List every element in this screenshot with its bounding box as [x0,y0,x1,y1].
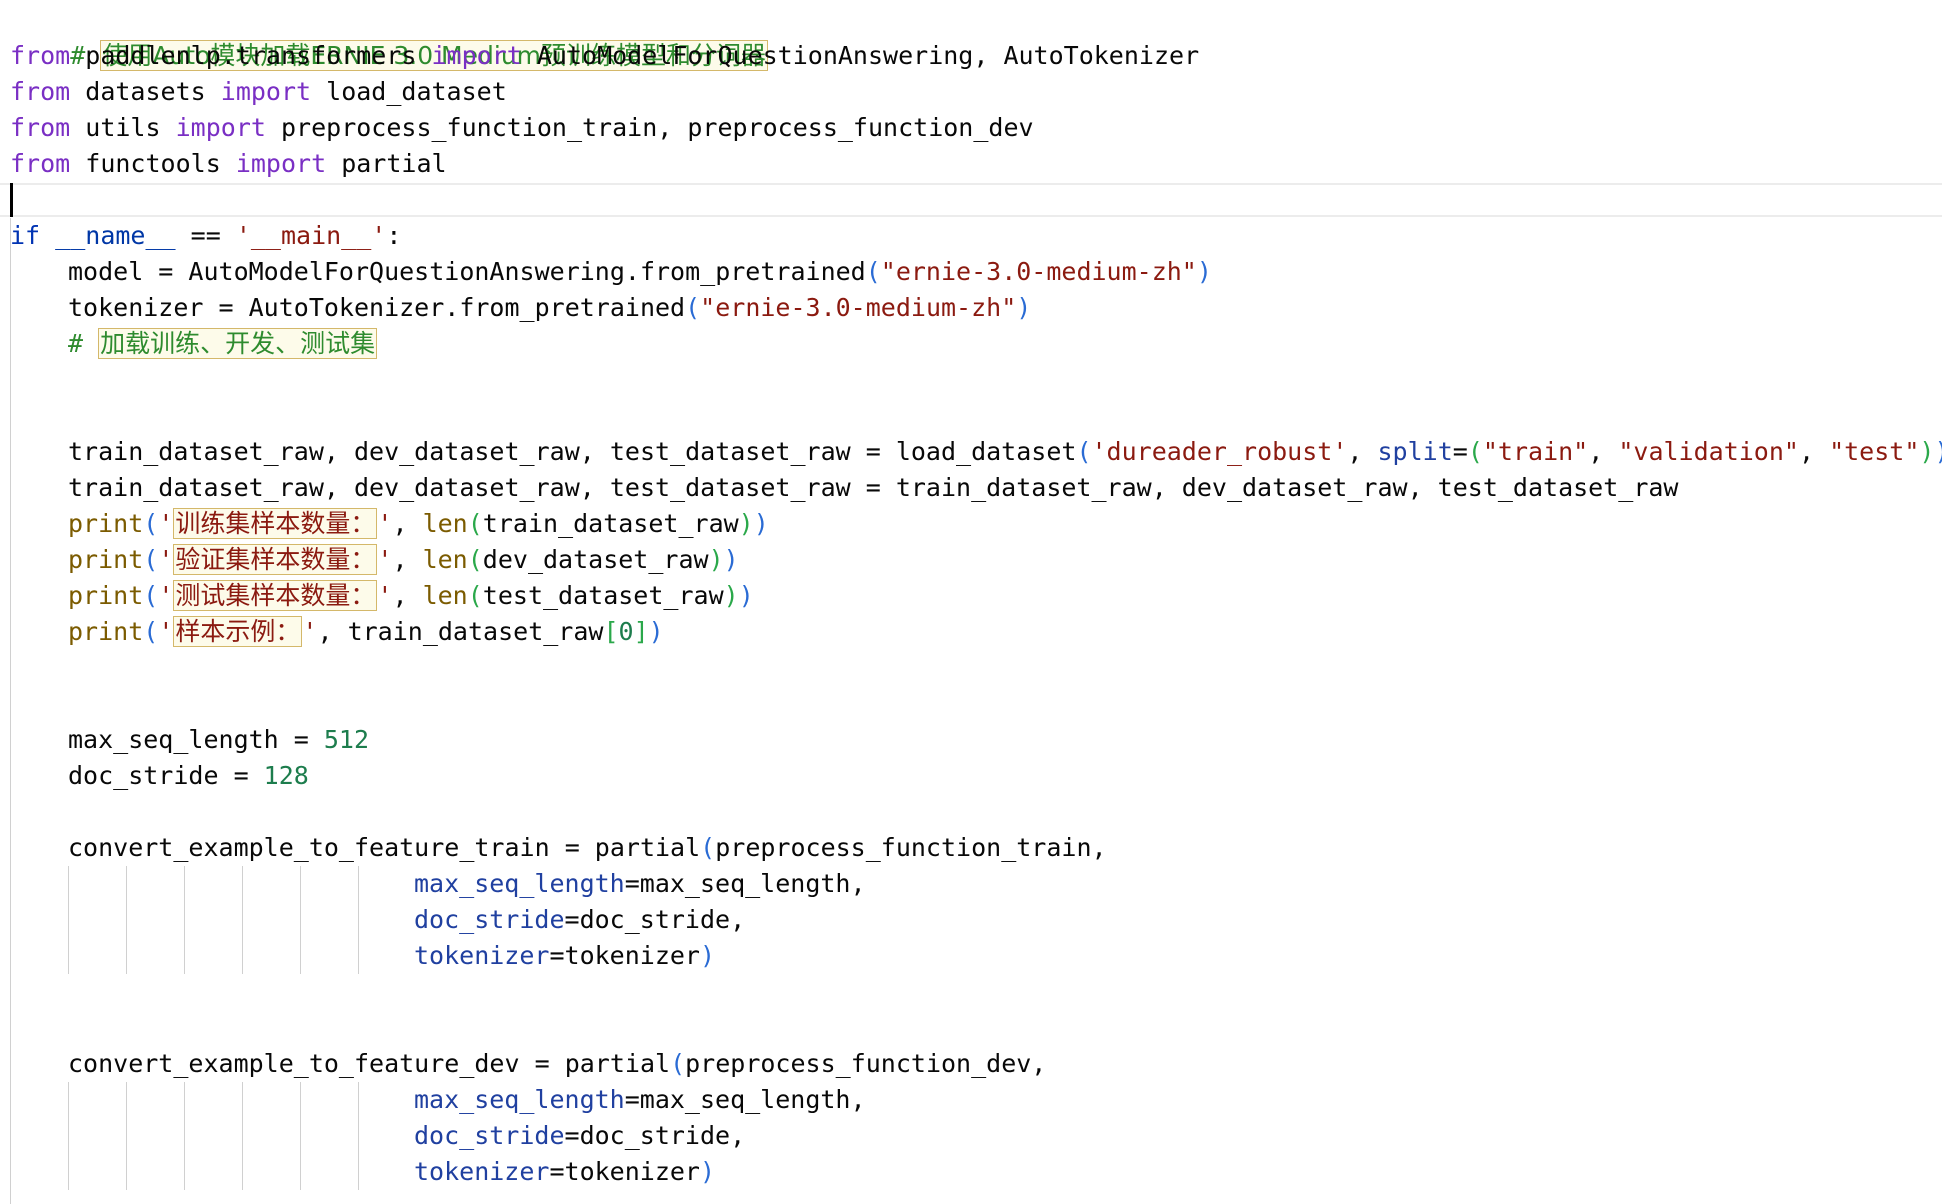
indent-guide [358,1082,359,1190]
code-line-print-dev[interactable]: print('验证集样本数量：', len(dev_dataset_raw)) [68,542,739,578]
code-line-partial-train-arg[interactable]: tokenizer=tokenizer) [414,938,715,974]
indent-guide [126,1082,127,1190]
code-line-doc-stride[interactable]: doc_stride = 128 [68,758,309,794]
code-line-print-test[interactable]: print('测试集样本数量：', len(test_dataset_raw)) [68,578,754,614]
current-line-highlight [0,183,1942,217]
indent-guide [184,866,185,974]
code-line-import-4[interactable]: from functools import partial [10,146,447,182]
code-line-partial-train-arg[interactable]: doc_stride=doc_stride, [414,902,745,938]
code-line-import-3[interactable]: from utils import preprocess_function_tr… [10,110,1034,146]
indent-guide [300,866,301,974]
code-line-partial-dev-arg[interactable]: tokenizer=tokenizer) [414,1154,715,1190]
indent-guide [242,866,243,974]
code-line-tokenizer[interactable]: tokenizer = AutoTokenizer.from_pretraine… [68,290,1031,326]
text-cursor [10,183,13,217]
comment-text: 加载训练、开发、测试集 [98,328,378,359]
code-line-partial-dev[interactable]: convert_example_to_feature_dev = partial… [68,1046,1046,1082]
indent-guide [126,866,127,974]
indent-guide [68,1082,69,1190]
code-line-partial-train[interactable]: convert_example_to_feature_train = parti… [68,830,1107,866]
code-line-print-train[interactable]: print('训练集样本数量：', len(train_dataset_raw)… [68,506,769,542]
code-line-main-guard[interactable]: if __name__ == '__main__': [10,218,401,254]
code-line-max-seq-length[interactable]: max_seq_length = 512 [68,722,369,758]
indent-guide [300,1082,301,1190]
code-line-comment-model[interactable]: # 使用Auto模块加载ERNIE 3.0 Medium预训练模型和分词器 [10,2,769,71]
code-line-model[interactable]: model = AutoModelForQuestionAnswering.fr… [68,254,1212,290]
code-line-load-dataset[interactable]: train_dataset_raw, dev_dataset_raw, test… [68,434,1942,470]
code-line-partial-dev-arg[interactable]: doc_stride=doc_stride, [414,1118,745,1154]
code-line-print-sample[interactable]: print('样本示例：', train_dataset_raw[0]) [68,614,664,650]
code-line-partial-dev-arg[interactable]: max_seq_length=max_seq_length, [414,1082,866,1118]
code-line-import-2[interactable]: from datasets import load_dataset [10,74,507,110]
indent-guide [68,866,69,974]
indent-guide [358,866,359,974]
code-line-comment-data[interactable]: # 加载训练、开发、测试集 [68,326,378,362]
code-editor[interactable]: # 使用Auto模块加载ERNIE 3.0 Medium预训练模型和分词器 fr… [0,0,1942,1204]
code-line-import-1[interactable]: from paddlenlp.transformers import AutoM… [10,38,1199,74]
indent-guide [184,1082,185,1190]
code-line-partial-train-arg[interactable]: max_seq_length=max_seq_length, [414,866,866,902]
indent-guide [242,1082,243,1190]
indent-guide [10,218,11,1204]
code-line-reassign[interactable]: train_dataset_raw, dev_dataset_raw, test… [68,470,1679,506]
